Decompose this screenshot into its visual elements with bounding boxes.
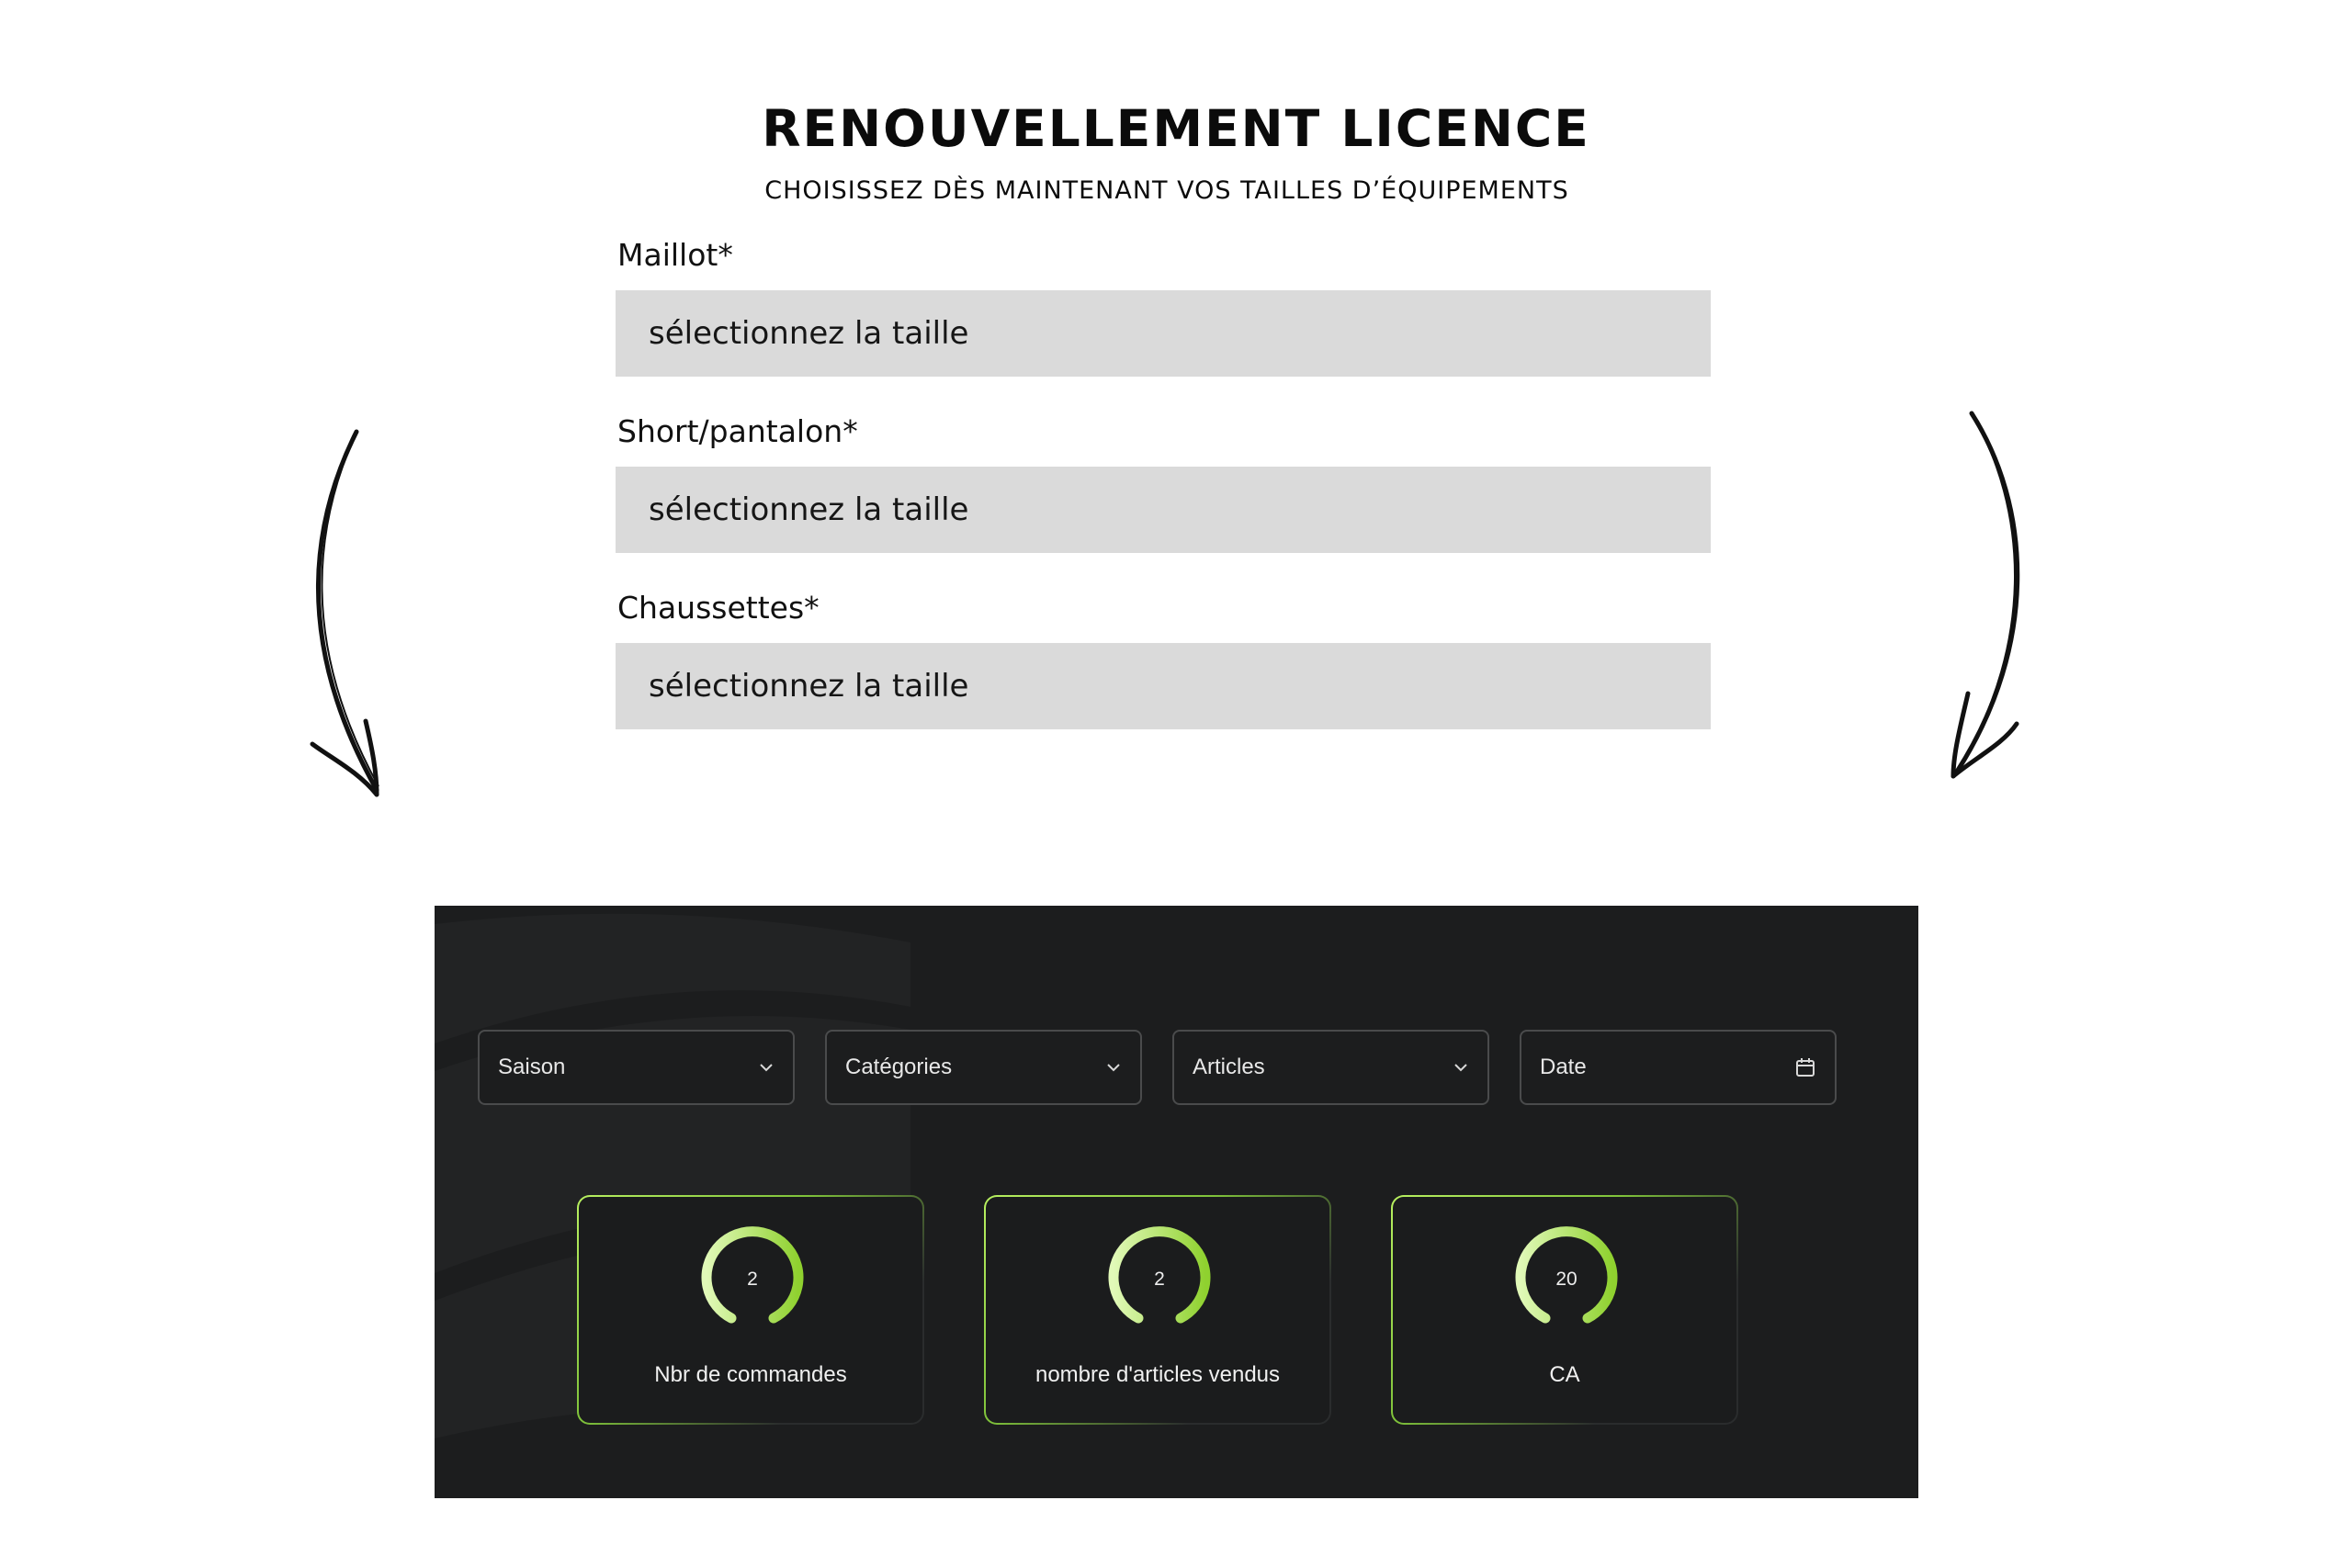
categories-filter-label: Catégories [845,1055,953,1079]
maillot-size-select[interactable]: sélectionnez la taille [616,290,1711,377]
kpi-value: 20 [1555,1269,1577,1290]
filter-bar: Saison Catégories Articles Date [478,1030,1837,1105]
kpi-card-articles-vendus: 2 nombre d'articles vendus [984,1195,1331,1425]
kpi-value: 2 [747,1269,758,1290]
date-filter[interactable]: Date [1520,1030,1837,1105]
saison-filter-label: Saison [498,1055,566,1079]
maillot-label: Maillot* [617,237,733,273]
articles-filter-label: Articles [1193,1055,1265,1079]
page-title: RENOUVELLEMENT LICENCE [762,99,1590,158]
size-form: Maillot* sélectionnez la taille Short/pa… [616,231,1718,761]
chaussettes-size-select[interactable]: sélectionnez la taille [616,643,1711,729]
sales-dashboard: Saison Catégories Articles Date 2 Nbr de… [435,906,1918,1498]
short-label: Short/pantalon* [617,413,858,449]
short-size-select[interactable]: sélectionnez la taille [616,467,1711,553]
kpi-label: CA [1549,1362,1580,1387]
kpi-card-commandes: 2 Nbr de commandes [577,1195,924,1425]
chevron-down-icon [1107,1064,1120,1072]
chevron-down-icon [760,1064,773,1072]
calendar-icon [1796,1058,1815,1077]
curved-arrow-down-icon [1951,411,2020,779]
categories-filter[interactable]: Catégories [825,1030,1142,1105]
kpi-label: nombre d'articles vendus [1035,1362,1281,1387]
chevron-down-icon [1454,1064,1467,1072]
chaussettes-label: Chaussettes* [617,590,820,626]
saison-filter[interactable]: Saison [478,1030,795,1105]
kpi-cards: 2 Nbr de commandes 2 nombre d'articles v… [577,1195,1738,1425]
kpi-card-ca: 20 CA [1391,1195,1738,1425]
kpi-value: 2 [1154,1269,1165,1290]
date-filter-label: Date [1540,1055,1587,1079]
page-subtitle: CHOISISSEZ DÈS MAINTENANT VOS TAILLES D’… [764,176,1569,205]
articles-filter[interactable]: Articles [1172,1030,1489,1105]
kpi-label: Nbr de commandes [654,1362,847,1387]
curved-arrow-down-icon [310,429,379,797]
